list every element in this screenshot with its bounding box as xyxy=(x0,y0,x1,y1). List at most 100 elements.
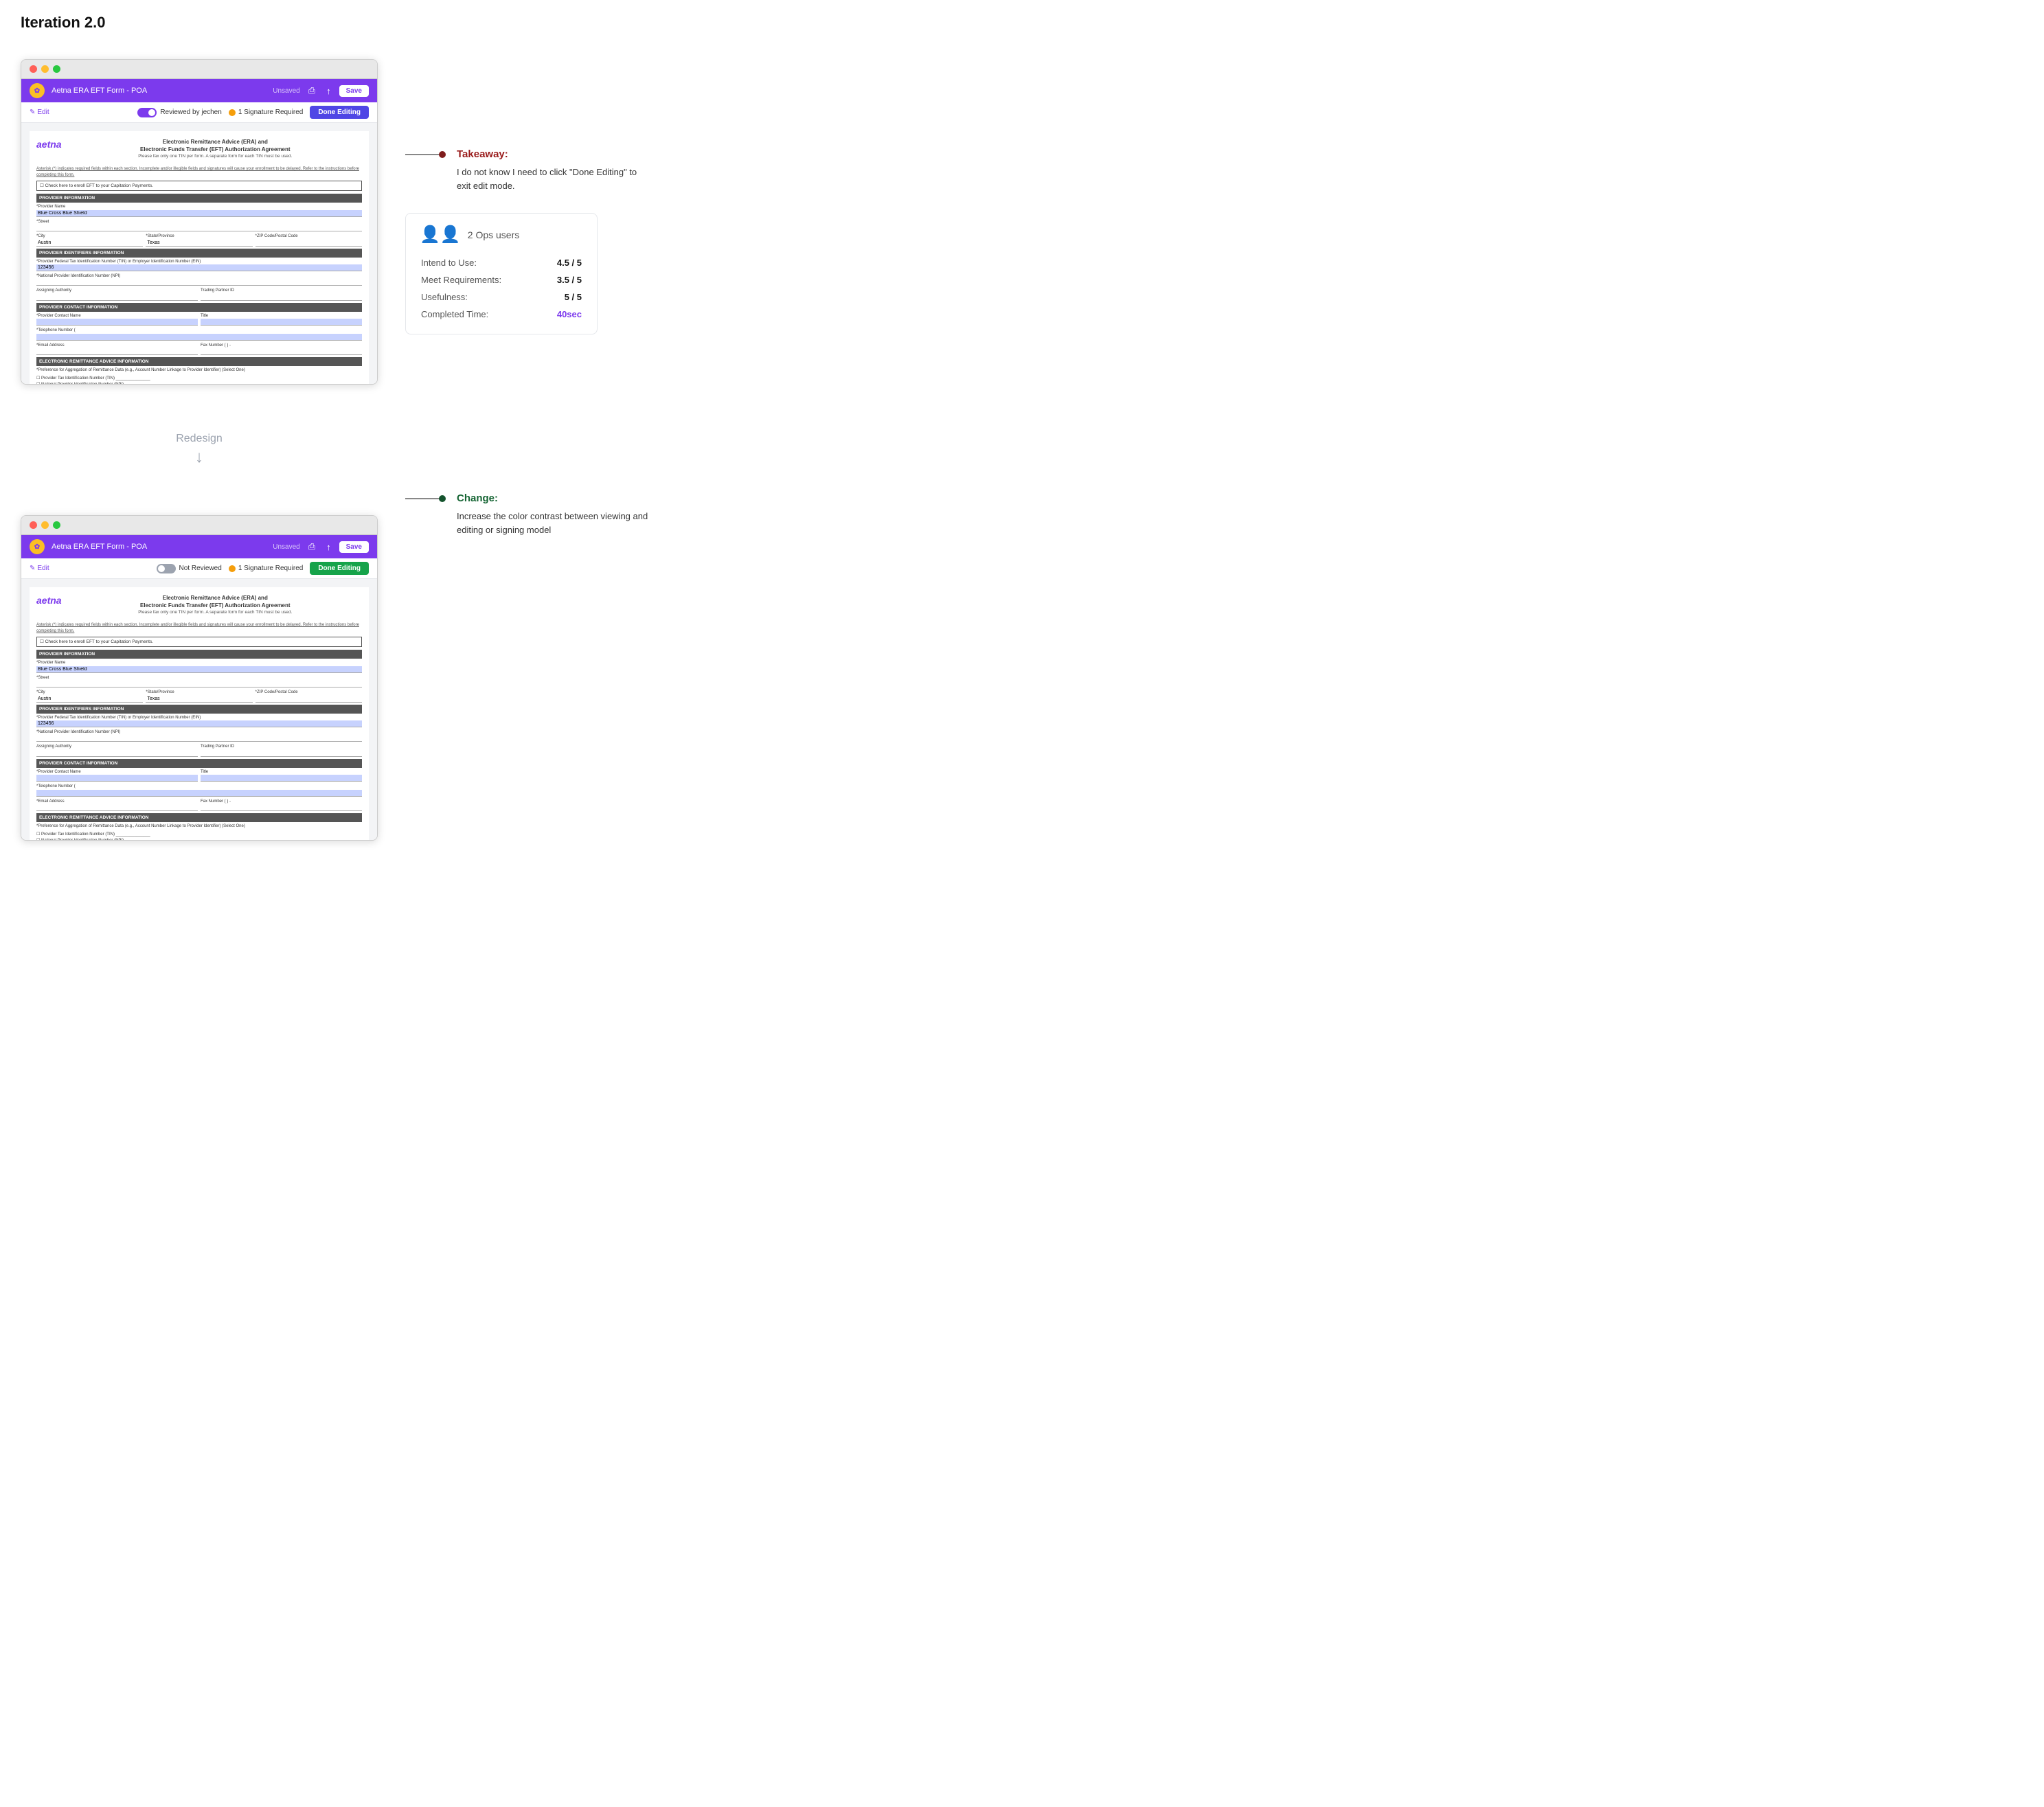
app-title: Aetna ERA EFT Form - POA xyxy=(52,87,266,95)
reviewed-label-bottom: Not Reviewed xyxy=(179,565,222,572)
form-subtitle-bottom: Please fax only one TIN per form. A sepa… xyxy=(69,609,362,615)
provider-name-input-b[interactable] xyxy=(36,666,362,673)
contact-header-b: PROVIDER CONTACT INFORMATION xyxy=(36,759,362,768)
takeaway-text: I do not know I need to click "Done Edit… xyxy=(457,166,649,192)
pencil-icon: ✎ xyxy=(30,109,35,116)
phone-input[interactable] xyxy=(36,334,362,341)
connector-top xyxy=(405,151,446,158)
stat-value-useful: 5 / 5 xyxy=(543,288,583,306)
form-asterisk-bottom: Asterisk (*) indicates required fields w… xyxy=(36,622,362,634)
maximize-dot xyxy=(53,65,60,73)
takeaway-title: Takeaway: xyxy=(457,148,649,160)
stat-value-time: 40sec xyxy=(543,306,583,323)
street-input-b[interactable] xyxy=(36,681,362,687)
city-input[interactable] xyxy=(36,240,143,247)
form-title-bottom: Electronic Remittance Advice (ERA) andEl… xyxy=(69,594,362,609)
stat-row-useful: Usefulness: 5 / 5 xyxy=(420,288,583,306)
contact-name-input-b[interactable] xyxy=(36,775,198,782)
change-title: Change: xyxy=(457,492,649,504)
remittance-header: ELECTRONIC REMITTANCE ADVICE INFORMATION xyxy=(36,357,362,366)
street-input[interactable] xyxy=(36,225,362,231)
change-box: Change: Increase the color contrast betw… xyxy=(457,492,649,536)
provider-name-input[interactable] xyxy=(36,210,362,217)
reviewed-toggle-top[interactable] xyxy=(137,108,157,117)
zip-input[interactable] xyxy=(255,240,362,247)
print-button-bottom[interactable]: ⎙ xyxy=(306,540,318,554)
ops-count-label: 2 Ops users xyxy=(468,229,519,240)
arrow-down-icon: ↓ xyxy=(195,448,203,467)
takeaway-box: Takeaway: I do not know I need to click … xyxy=(457,148,649,192)
stat-label-time: Completed Time: xyxy=(420,306,543,323)
trading-partner-input-b[interactable] xyxy=(201,750,362,757)
redesign-label: Redesign xyxy=(176,433,223,445)
email-input[interactable] xyxy=(36,348,198,355)
done-editing-button-top[interactable]: Done Editing xyxy=(310,106,369,119)
aetna-logo-bottom: aetna xyxy=(36,594,62,608)
minimize-dot-bottom xyxy=(41,521,49,529)
identifiers-header-b: PROVIDER IDENTIFIERS INFORMATION xyxy=(36,705,362,714)
contact-name-input[interactable] xyxy=(36,319,198,326)
app-logo: ✿ xyxy=(30,83,45,98)
done-editing-button-bottom[interactable]: Done Editing xyxy=(310,562,369,575)
app-logo-bottom: ✿ xyxy=(30,539,45,554)
ein-input[interactable] xyxy=(36,264,362,271)
save-button[interactable]: Save xyxy=(339,85,369,97)
reviewed-toggle-bottom[interactable] xyxy=(157,564,176,573)
edit-button-bottom[interactable]: ✎ Edit xyxy=(30,565,49,572)
stat-label-meet: Meet Requirements: xyxy=(420,271,543,288)
signature-badge-top: 1 Signature Required xyxy=(229,109,304,116)
stats-box: 👤👤 2 Ops users Intend to Use: 4.5 / 5 Me… xyxy=(405,213,598,334)
phone-input-b[interactable] xyxy=(36,790,362,797)
browser-window-bottom: ✿ Aetna ERA EFT Form - POA Unsaved ⎙ ↑ S… xyxy=(21,515,378,841)
city-input-b[interactable] xyxy=(36,696,143,703)
browser-titlebar xyxy=(21,60,377,79)
browser-titlebar-bottom xyxy=(21,516,377,535)
pencil-icon-bottom: ✎ xyxy=(30,565,35,572)
edit-button-top[interactable]: ✎ Edit xyxy=(30,109,49,116)
page-title: Iteration 2.0 xyxy=(21,14,2023,32)
signature-badge-bottom: 1 Signature Required xyxy=(229,565,304,572)
form-container-bottom: aetna Electronic Remittance Advice (ERA)… xyxy=(21,579,377,840)
assigning-auth-input-b[interactable] xyxy=(36,750,198,757)
stat-value-intend: 4.5 / 5 xyxy=(543,254,583,271)
redesign-arrow: Redesign ↓ xyxy=(21,426,378,474)
save-button-bottom[interactable]: Save xyxy=(339,541,369,553)
ops-icons: 👤👤 xyxy=(420,225,461,245)
form-checkbox[interactable]: ☐ Check here to enroll EFT to your Capit… xyxy=(36,181,362,191)
state-input-b[interactable] xyxy=(146,696,252,703)
npi-input-b[interactable] xyxy=(36,735,362,742)
trading-partner-input[interactable] xyxy=(201,294,362,301)
stat-row-time: Completed Time: 40sec xyxy=(420,306,583,323)
print-button[interactable]: ⎙ xyxy=(306,84,318,98)
app-toolbar-bottom: ✿ Aetna ERA EFT Form - POA Unsaved ⎙ ↑ S… xyxy=(21,535,377,558)
ops-users-row: 👤👤 2 Ops users xyxy=(420,225,583,245)
title-input[interactable] xyxy=(201,319,362,326)
fax-input-b[interactable] xyxy=(201,804,362,811)
form-asterisk: Asterisk (*) indicates required fields w… xyxy=(36,166,362,178)
app-subbar-bottom: ✎ Edit Not Reviewed 1 Signature Requi xyxy=(21,558,377,579)
form-container-top: aetna Electronic Remittance Advice (ERA)… xyxy=(21,123,377,384)
ein-input-b[interactable] xyxy=(36,720,362,727)
stat-label-useful: Usefulness: xyxy=(420,288,543,306)
green-connector-dot xyxy=(439,495,446,502)
provider-info-header-b: PROVIDER INFORMATION xyxy=(36,650,362,659)
title-input-b[interactable] xyxy=(201,775,362,782)
state-input[interactable] xyxy=(146,240,252,247)
contact-header: PROVIDER CONTACT INFORMATION xyxy=(36,303,362,312)
form-title: Electronic Remittance Advice (ERA) andEl… xyxy=(69,138,362,153)
stat-row-meet: Meet Requirements: 3.5 / 5 xyxy=(420,271,583,288)
fax-input[interactable] xyxy=(201,348,362,355)
stats-table: Intend to Use: 4.5 / 5 Meet Requirements… xyxy=(420,254,583,323)
change-text: Increase the color contrast between view… xyxy=(457,510,649,536)
download-button-bottom[interactable]: ↑ xyxy=(323,541,334,554)
aetna-logo: aetna xyxy=(36,138,62,152)
zip-input-b[interactable] xyxy=(255,696,362,703)
stat-row-intend: Intend to Use: 4.5 / 5 xyxy=(420,254,583,271)
connector-bottom xyxy=(405,495,446,502)
email-input-b[interactable] xyxy=(36,804,198,811)
form-checkbox-bottom[interactable]: ☐ Check here to enroll EFT to your Capit… xyxy=(36,637,362,647)
npi-input[interactable] xyxy=(36,279,362,286)
identifiers-header: PROVIDER IDENTIFIERS INFORMATION xyxy=(36,249,362,258)
download-button[interactable]: ↑ xyxy=(323,84,334,98)
assigning-auth-input[interactable] xyxy=(36,294,198,301)
